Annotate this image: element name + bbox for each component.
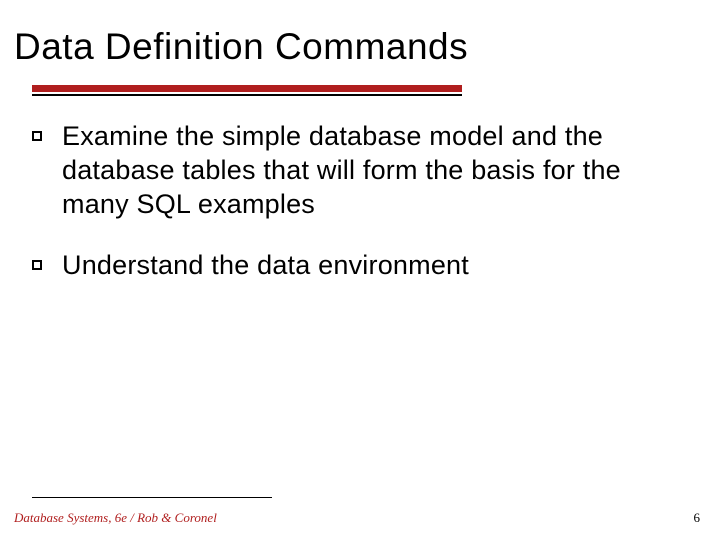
bullet-text: Understand the data environment xyxy=(62,249,469,283)
square-bullet-icon xyxy=(32,260,42,270)
slide-title: Data Definition Commands xyxy=(14,26,468,68)
rule-black xyxy=(32,94,462,96)
footer-source: Database Systems, 6e / Rob & Coronel xyxy=(14,510,217,526)
body-content: Examine the simple database model and th… xyxy=(32,120,695,311)
slide: Data Definition Commands Examine the sim… xyxy=(0,0,720,540)
bullet-text: Examine the simple database model and th… xyxy=(62,120,695,221)
footer-rule xyxy=(32,497,272,498)
rule-red xyxy=(32,85,462,92)
list-item: Understand the data environment xyxy=(32,249,695,283)
page-number: 6 xyxy=(694,510,701,526)
title-underline xyxy=(32,85,462,96)
list-item: Examine the simple database model and th… xyxy=(32,120,695,221)
square-bullet-icon xyxy=(32,131,42,141)
